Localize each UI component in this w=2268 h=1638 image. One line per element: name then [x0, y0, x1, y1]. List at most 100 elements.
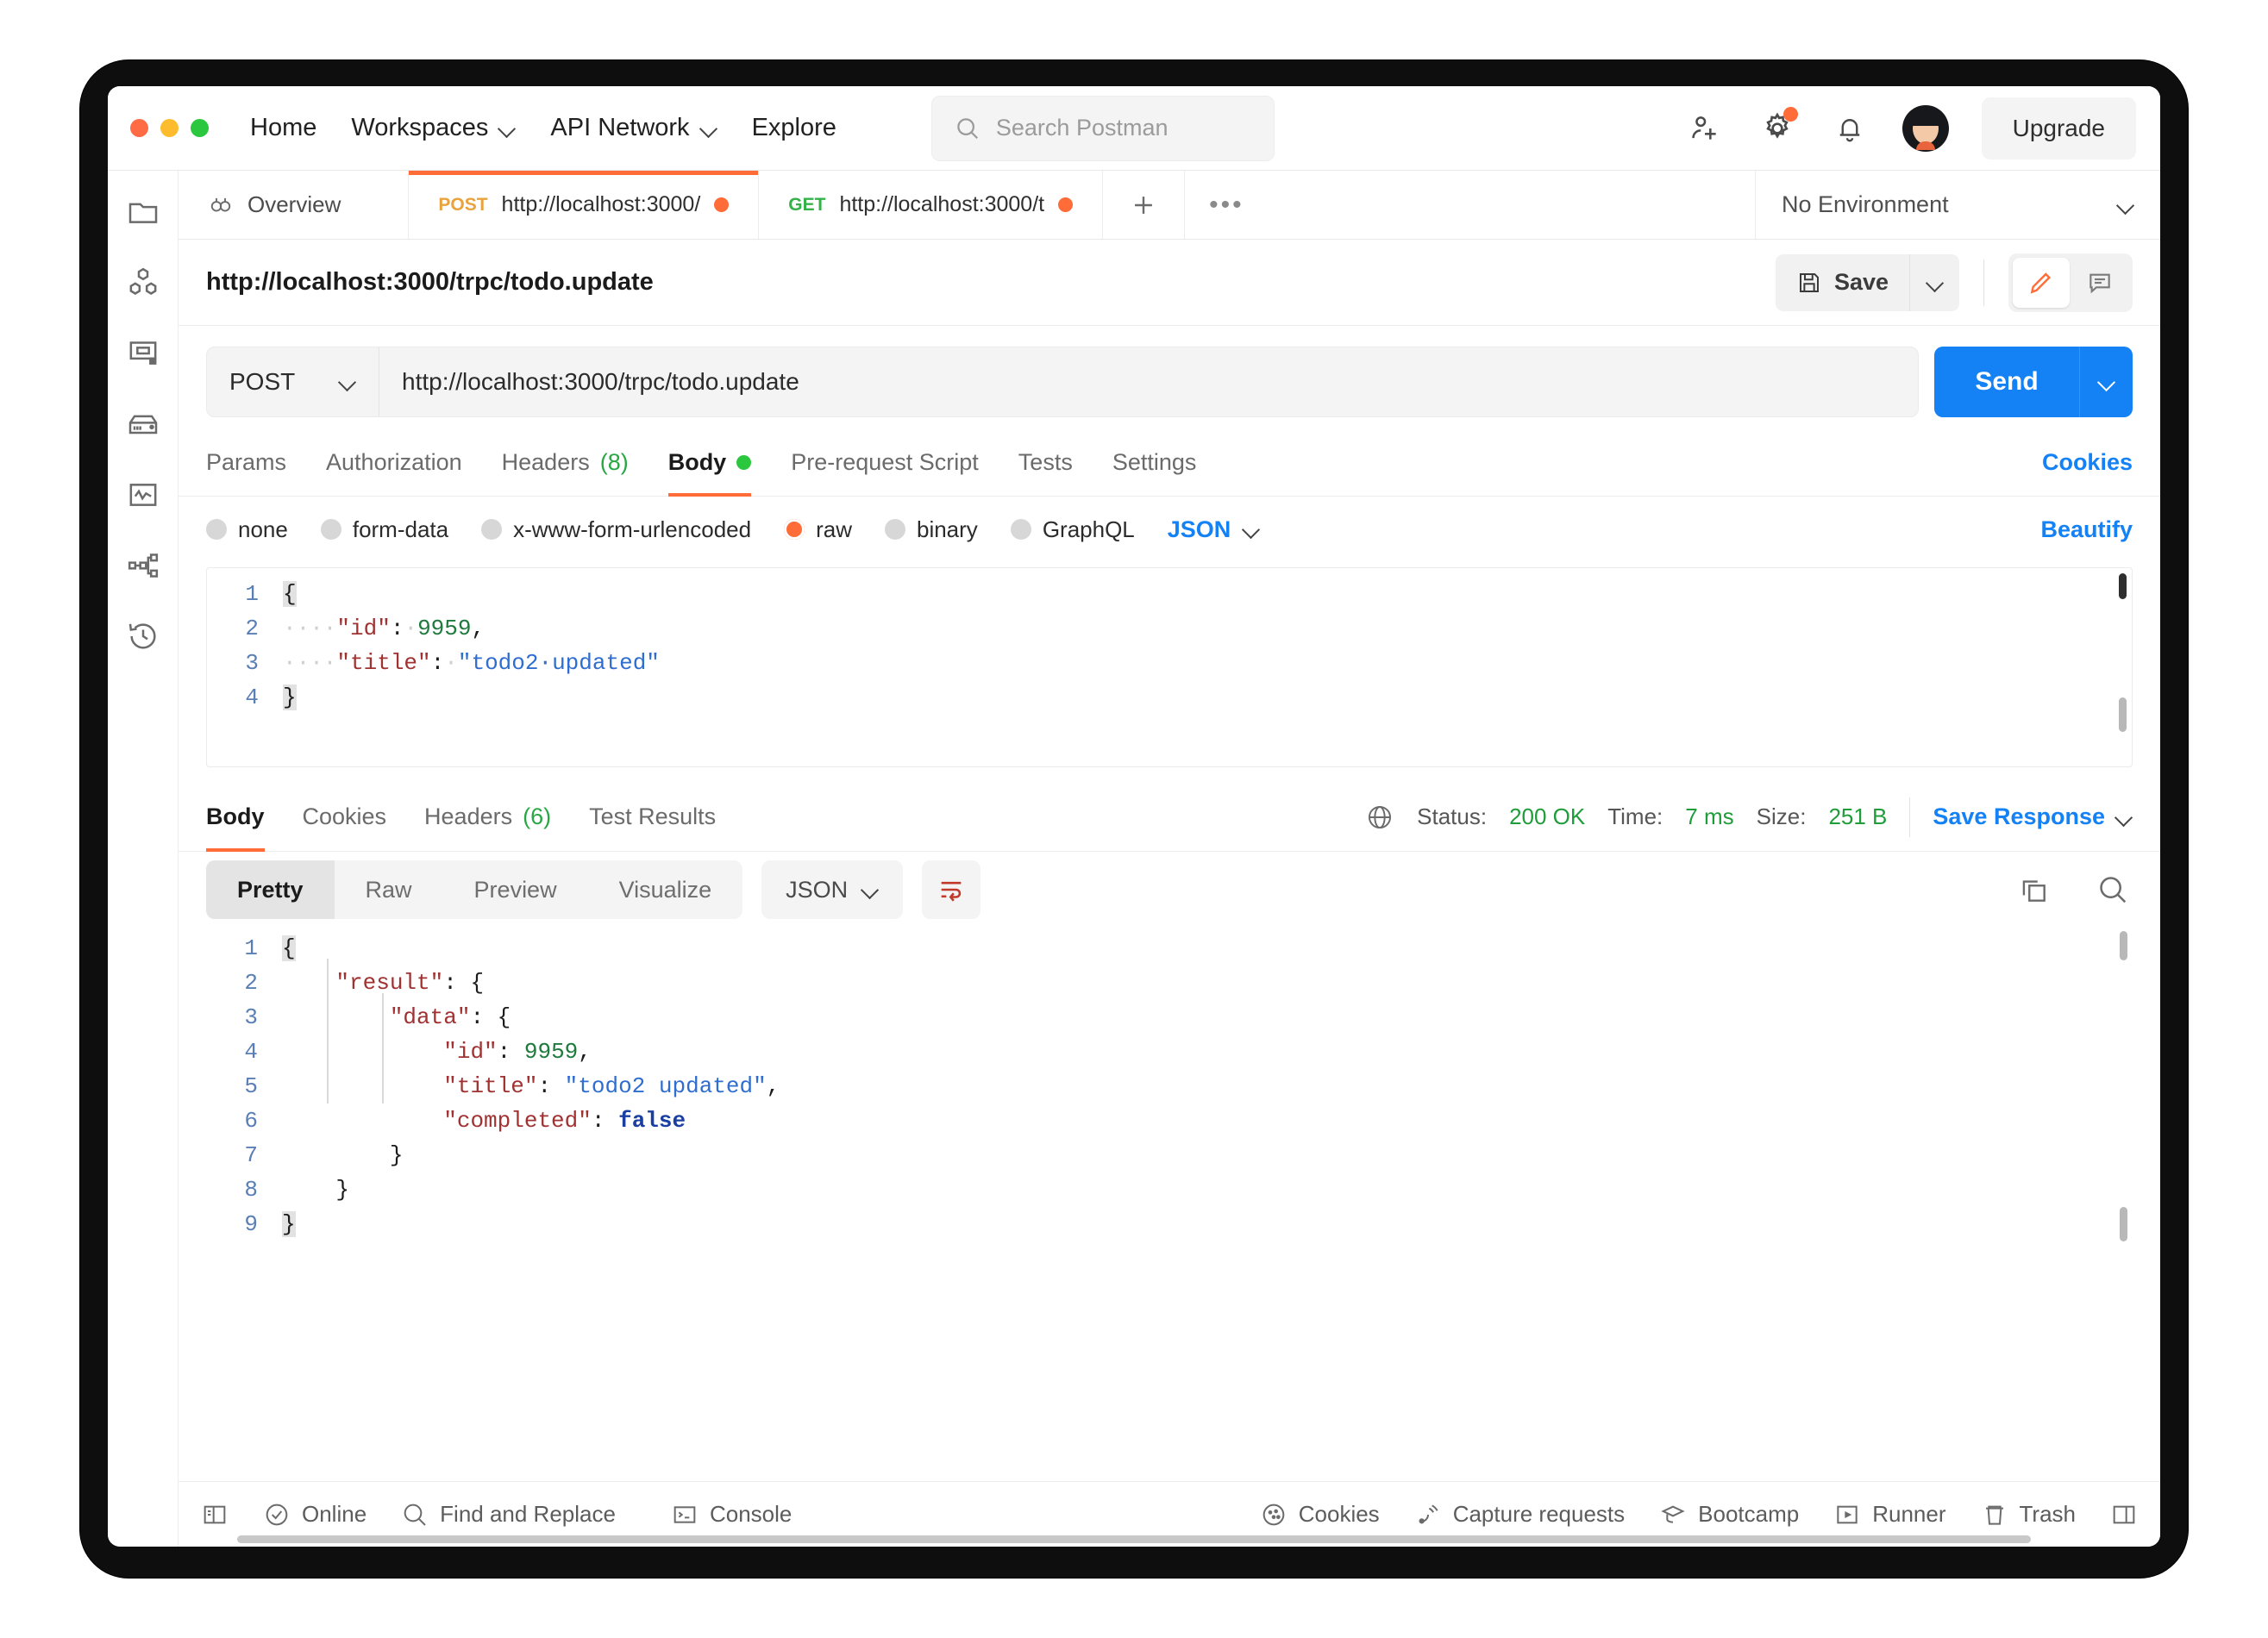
console-label: Console: [710, 1501, 792, 1528]
runner-button[interactable]: Runner: [1833, 1501, 1945, 1529]
tab-authorization[interactable]: Authorization: [326, 429, 462, 497]
nav-explore-label: Explore: [752, 114, 836, 142]
editor-scrollbar-thumb[interactable]: [2119, 697, 2127, 732]
response-tab-cookies[interactable]: Cookies: [303, 783, 387, 852]
search-icon[interactable]: [2093, 870, 2133, 910]
body-mode-urlencoded[interactable]: x-www-form-urlencoded: [481, 516, 751, 543]
toggle-sidebar-button[interactable]: [201, 1501, 229, 1529]
radio-icon: [1011, 519, 1031, 540]
view-raw[interactable]: Raw: [335, 860, 443, 919]
environment-selector[interactable]: No Environment: [1755, 171, 2160, 239]
maximize-window-button[interactable]: [191, 119, 209, 137]
url-input[interactable]: http://localhost:3000/trpc/todo.update: [379, 347, 1918, 416]
response-view-row: Pretty Raw Preview Visualize JSON: [179, 852, 2160, 919]
environments-icon[interactable]: [124, 334, 162, 372]
line-number: 6: [206, 1103, 282, 1138]
cookies-button[interactable]: Cookies: [1260, 1501, 1380, 1529]
console-button[interactable]: Console: [671, 1501, 792, 1529]
main-panel: Overview POST http://localhost:3000/ GET…: [179, 171, 2160, 1547]
save-options-button[interactable]: [1909, 254, 1959, 311]
comment-button[interactable]: [2071, 258, 2128, 308]
horizontal-scrollbar[interactable]: [237, 1535, 2031, 1543]
response-scrollbar-track[interactable]: [2120, 1207, 2127, 1241]
new-tab-button[interactable]: [1103, 171, 1185, 239]
body-mode-none[interactable]: none: [206, 516, 288, 543]
editor-scrollbar[interactable]: [2119, 573, 2127, 599]
copy-icon[interactable]: [2014, 870, 2053, 910]
cookies-link[interactable]: Cookies: [2042, 449, 2133, 476]
nav-workspaces[interactable]: Workspaces: [351, 114, 516, 142]
capture-requests-button[interactable]: Capture requests: [1414, 1501, 1625, 1529]
method-select[interactable]: POST: [207, 347, 379, 416]
tab-pre-request-script[interactable]: Pre-request Script: [791, 429, 979, 497]
chevron-down-icon: [1927, 274, 1944, 291]
tab-request-post[interactable]: POST http://localhost:3000/: [409, 171, 759, 239]
tab-authorization-label: Authorization: [326, 449, 462, 476]
close-window-button[interactable]: [130, 119, 148, 137]
save-button[interactable]: Save: [1776, 254, 1909, 311]
minimize-window-button[interactable]: [160, 119, 179, 137]
response-body-code: 1{ 2 "result": { 3 "data": { 4 "id": 995…: [206, 922, 2133, 1250]
apis-icon[interactable]: [124, 264, 162, 302]
tab-more-button[interactable]: •••: [1185, 171, 1269, 239]
line-content: {: [283, 577, 297, 611]
view-preview[interactable]: Preview: [443, 860, 588, 919]
tab-params[interactable]: Params: [206, 429, 286, 497]
body-mode-raw[interactable]: raw: [784, 516, 852, 543]
save-response-button[interactable]: Save Response: [1933, 803, 2133, 830]
response-body-viewer[interactable]: 1{ 2 "result": { 3 "data": { 4 "id": 995…: [206, 922, 2133, 1481]
monitors-icon[interactable]: [124, 476, 162, 514]
online-label: Online: [302, 1501, 367, 1528]
search-input[interactable]: Search Postman: [931, 96, 1275, 161]
response-tab-test-results[interactable]: Test Results: [589, 783, 716, 852]
nav-explore[interactable]: Explore: [752, 114, 836, 142]
avatar[interactable]: [1902, 105, 1949, 152]
response-tab-body[interactable]: Body: [206, 783, 265, 852]
body-mode-binary[interactable]: binary: [885, 516, 978, 543]
body-mode-form-data[interactable]: form-data: [321, 516, 448, 543]
view-visualize[interactable]: Visualize: [588, 860, 743, 919]
send-button[interactable]: Send: [1934, 347, 2079, 417]
response-scrollbar-thumb[interactable]: [2120, 931, 2127, 960]
request-body-editor[interactable]: 1{ 2····"id":·9959, 3····"title":·"todo2…: [206, 567, 2133, 767]
collections-icon[interactable]: [124, 193, 162, 231]
tab-request-get[interactable]: GET http://localhost:3000/t: [759, 171, 1103, 239]
body-mode-graphql[interactable]: GraphQL: [1011, 516, 1135, 543]
flows-icon[interactable]: [124, 547, 162, 585]
status-bar-right: Cookies Capture requests Bootcamp Runner: [1260, 1501, 2138, 1529]
send-options-button[interactable]: [2079, 347, 2133, 417]
nav-api-network[interactable]: API Network: [550, 114, 717, 142]
trash-button[interactable]: Trash: [1981, 1501, 2077, 1529]
tab-headers[interactable]: Headers(8): [502, 429, 629, 497]
body-mode-none-label: none: [238, 516, 288, 543]
tab-settings[interactable]: Settings: [1112, 429, 1197, 497]
body-present-indicator: [736, 455, 751, 470]
invite-user-icon[interactable]: [1685, 109, 1725, 148]
code-line: 7 }: [206, 1138, 2133, 1172]
response-tab-headers[interactable]: Headers(6): [424, 783, 551, 852]
beautify-button[interactable]: Beautify: [2040, 516, 2133, 543]
nav-home[interactable]: Home: [250, 114, 316, 142]
response-format-select[interactable]: JSON: [761, 860, 903, 919]
tab-overview[interactable]: Overview: [179, 171, 409, 239]
settings-gear-icon[interactable]: [1757, 109, 1797, 148]
bootcamp-button[interactable]: Bootcamp: [1659, 1501, 1799, 1529]
tab-body[interactable]: Body: [668, 429, 752, 497]
top-bar: Home Workspaces API Network Explore Sear…: [108, 86, 2160, 171]
wrap-lines-button[interactable]: [922, 860, 981, 919]
online-status[interactable]: Online: [263, 1501, 367, 1529]
view-pretty[interactable]: Pretty: [206, 860, 335, 919]
edit-mode-button[interactable]: [2013, 258, 2070, 308]
radio-selected-icon: [784, 519, 805, 540]
body-format-select[interactable]: JSON: [1168, 516, 1261, 543]
layout-toggle-button[interactable]: [2110, 1501, 2138, 1529]
tab-tests[interactable]: Tests: [1018, 429, 1073, 497]
find-and-replace-button[interactable]: Find and Replace: [401, 1501, 616, 1529]
history-icon[interactable]: [124, 617, 162, 655]
response-format-value: JSON: [786, 877, 848, 903]
notifications-bell-icon[interactable]: [1830, 109, 1870, 148]
mock-servers-icon[interactable]: [124, 405, 162, 443]
upgrade-button[interactable]: Upgrade: [1982, 97, 2136, 159]
save-disk-icon: [1796, 270, 1822, 296]
app-body: Overview POST http://localhost:3000/ GET…: [108, 171, 2160, 1547]
